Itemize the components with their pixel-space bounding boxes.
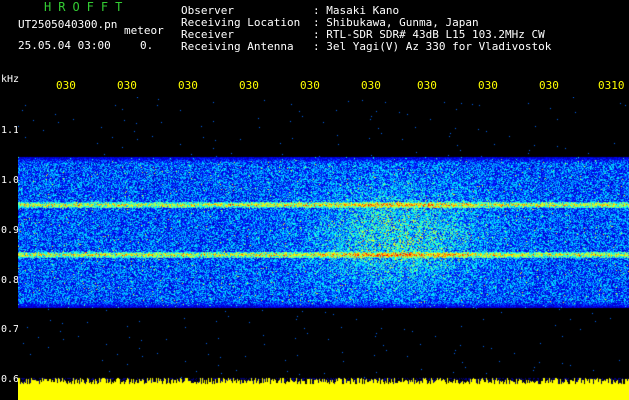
location-label: Receiving Location (181, 16, 301, 29)
y-tick-label: 0.9 (1, 225, 20, 236)
file-suffix: meteor (124, 24, 164, 37)
x-tick-label: 030 (117, 79, 137, 92)
x-tick-label: 030 (178, 79, 198, 92)
antenna-label: Receiving Antenna (181, 40, 294, 53)
x-tick-label: 0310 (598, 79, 625, 92)
y-tick-label: 1.0 (1, 175, 20, 186)
x-tick-label: 030 (300, 79, 320, 92)
datetime-label: 25.05.04 03:00 (18, 39, 111, 52)
x-tick-label: 030 (361, 79, 381, 92)
y-tick-label: 0.8 (1, 275, 20, 286)
observer-label: Observer (181, 4, 234, 17)
x-tick-label: 030 (56, 79, 76, 92)
spectrogram-canvas (18, 97, 629, 400)
y-tick-label: 1.1 (1, 125, 20, 136)
y-axis-unit: kHz (1, 74, 20, 85)
location-value: : Shibukawa, Gunma, Japan (313, 16, 479, 29)
file-name: UT2505040300.pn (18, 18, 118, 31)
x-tick-label: 030 (239, 79, 259, 92)
x-tick-label: 030 (539, 79, 559, 92)
y-tick-label: 0.6 (1, 374, 20, 385)
x-tick-label: 030 (417, 79, 437, 92)
app-brand: HROFFT (44, 0, 130, 14)
count-label: 0. (140, 39, 154, 52)
x-tick-label: 030 (478, 79, 498, 92)
y-tick-label: 0.7 (1, 324, 20, 335)
receiver-value: : RTL-SDR SDR# 43dB L15 103.2MHz CW (313, 28, 545, 41)
receiver-label: Receiver (181, 28, 234, 41)
antenna-value: : 3el Yagi(V) Az 330 for Vladivostok (313, 40, 552, 53)
observer-value: : Masaki Kano (313, 4, 400, 17)
